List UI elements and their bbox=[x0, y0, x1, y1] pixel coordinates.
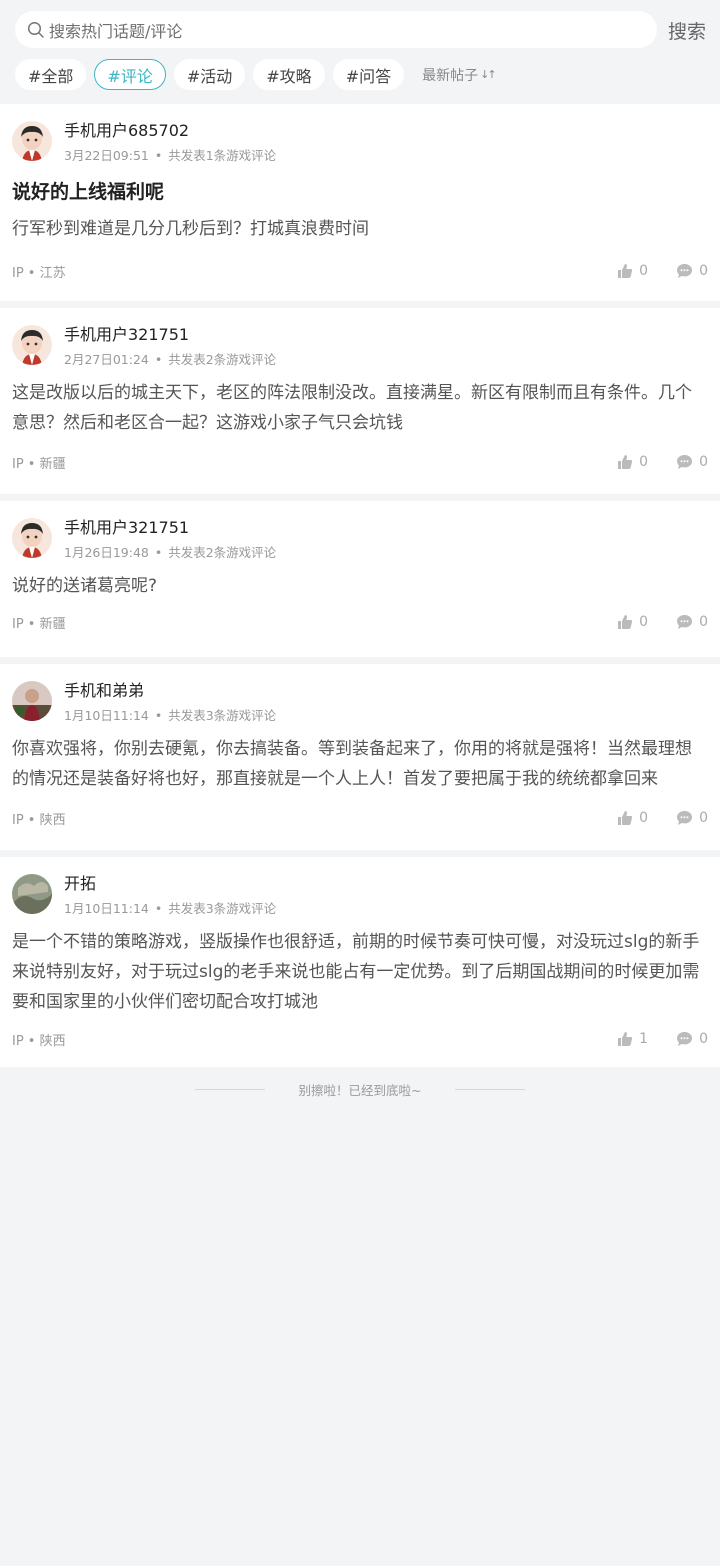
comment-button[interactable]: 0 bbox=[676, 1031, 708, 1047]
post-content: 这是改版以后的城主天下，老区的阵法限制没改。直接满星。新区有限制而且有条件。几个… bbox=[12, 383, 692, 433]
tag-event[interactable]: #活动 bbox=[173, 59, 246, 90]
ip-location: IP • 陕西 bbox=[12, 1033, 66, 1049]
thumbs-up-icon bbox=[618, 264, 633, 278]
comment-icon bbox=[677, 1032, 693, 1046]
sort-label: 最新帖子 bbox=[422, 67, 479, 84]
post-card[interactable]: 手机和弟弟 1月10日11:14 • 共发表3条游戏评论 你喜欢强将，你别去硬氪… bbox=[0, 664, 720, 850]
like-button[interactable]: 0 bbox=[617, 810, 648, 826]
avatar[interactable] bbox=[12, 681, 52, 721]
ip-location: IP • 新疆 bbox=[12, 456, 66, 472]
post-date: 1月10日11:14 bbox=[64, 901, 149, 916]
post-date: 1月10日11:14 bbox=[64, 708, 149, 723]
username[interactable]: 手机用户685702 bbox=[64, 120, 276, 142]
avatar[interactable] bbox=[12, 518, 52, 558]
end-of-list: 别擦啦！已经到底啦~ bbox=[0, 1067, 720, 1111]
post-date: 2月27日01:24 bbox=[64, 352, 149, 367]
like-count: 0 bbox=[639, 263, 649, 279]
post-content: 你喜欢强将，你别去硬氪，你去搞装备。等到装备起来了，你用的将就是强将！当然最理想… bbox=[12, 739, 692, 789]
post-meta: 3月22日09:51 • 共发表1条游戏评论 bbox=[64, 148, 277, 163]
search-icon bbox=[27, 21, 45, 39]
review-count: 共发表2条游戏评论 bbox=[168, 545, 277, 560]
sort-arrows-icon: ↓↑ bbox=[480, 68, 497, 81]
tag-guide[interactable]: #攻略 bbox=[253, 59, 325, 90]
avatar[interactable] bbox=[12, 325, 52, 365]
tag-review[interactable]: #评论 bbox=[94, 59, 166, 90]
post-date: 3月22日09:51 bbox=[64, 148, 149, 163]
comment-count: 0 bbox=[699, 263, 708, 279]
comment-button[interactable]: 0 bbox=[676, 454, 708, 470]
thumbs-up-icon bbox=[618, 811, 633, 825]
post-card[interactable]: 手机用户685702 3月22日09:51 • 共发表1条游戏评论 说好的上线福… bbox=[0, 104, 720, 301]
tag-filter-bar: #全部 #评论 #活动 #攻略 #问答 最新帖子 ↓↑ bbox=[15, 59, 497, 90]
review-count: 共发表3条游戏评论 bbox=[168, 708, 277, 723]
divider bbox=[455, 1088, 526, 1090]
username[interactable]: 手机用户321751 bbox=[64, 324, 276, 346]
comment-count: 0 bbox=[699, 454, 708, 470]
ip-location: IP • 陕西 bbox=[12, 812, 66, 828]
post-meta: 1月10日11:14 • 共发表3条游戏评论 bbox=[64, 901, 277, 916]
like-button[interactable]: 0 bbox=[617, 263, 648, 279]
review-count: 共发表2条游戏评论 bbox=[168, 352, 277, 367]
comment-button[interactable]: 0 bbox=[676, 263, 708, 279]
like-count: 0 bbox=[639, 810, 649, 826]
search-input[interactable]: 搜索热门话题/评论 bbox=[15, 11, 657, 48]
comment-count: 0 bbox=[699, 810, 708, 826]
search-placeholder: 搜索热门话题/评论 bbox=[49, 21, 183, 41]
post-title: 说好的上线福利呢 bbox=[12, 181, 165, 203]
comment-icon bbox=[677, 811, 693, 825]
like-button[interactable]: 0 bbox=[617, 614, 648, 630]
post-meta: 1月10日11:14 • 共发表3条游戏评论 bbox=[64, 708, 277, 723]
username[interactable]: 手机用户321751 bbox=[64, 517, 276, 539]
like-count: 0 bbox=[639, 454, 649, 470]
post-meta: 1月26日19:48 • 共发表2条游戏评论 bbox=[64, 545, 277, 560]
comment-icon bbox=[677, 264, 693, 278]
comment-icon bbox=[677, 615, 693, 629]
comment-button[interactable]: 0 bbox=[676, 810, 708, 826]
post-date: 1月26日19:48 bbox=[64, 545, 149, 560]
avatar[interactable] bbox=[12, 874, 52, 914]
comment-count: 0 bbox=[699, 614, 708, 630]
header: 搜索热门话题/评论 搜索 #全部 #评论 #活动 #攻略 #问答 最新帖子 ↓↑ bbox=[0, 0, 720, 104]
ip-location: IP • 江苏 bbox=[12, 265, 66, 281]
post-content: 行军秒到难道是几分几秒后到？打城真浪费时间 bbox=[12, 219, 369, 239]
avatar[interactable] bbox=[12, 121, 52, 161]
thumbs-up-icon bbox=[618, 1032, 633, 1046]
like-count: 0 bbox=[639, 614, 649, 630]
post-content: 是一个不错的策略游戏，竖版操作也很舒适，前期的时候节奏可快可慢，对没玩过slg的… bbox=[12, 932, 700, 1012]
post-card[interactable]: 开拓 1月10日11:14 • 共发表3条游戏评论 是一个不错的策略游戏，竖版操… bbox=[0, 857, 720, 1067]
tag-qa[interactable]: #问答 bbox=[332, 59, 405, 90]
post-content: 说好的送诸葛亮呢? bbox=[12, 576, 158, 596]
thumbs-up-icon bbox=[618, 615, 633, 629]
like-count: 1 bbox=[639, 1031, 649, 1047]
username[interactable]: 开拓 bbox=[64, 873, 276, 895]
review-count: 共发表1条游戏评论 bbox=[168, 148, 277, 163]
search-button[interactable]: 搜索 bbox=[668, 17, 706, 44]
like-button[interactable]: 0 bbox=[617, 454, 648, 470]
thumbs-up-icon bbox=[618, 455, 633, 469]
username[interactable]: 手机和弟弟 bbox=[64, 680, 276, 702]
post-card[interactable]: 手机用户321751 1月26日19:48 • 共发表2条游戏评论 说好的送诸葛… bbox=[0, 501, 720, 657]
post-card[interactable]: 手机用户321751 2月27日01:24 • 共发表2条游戏评论 这是改版以后… bbox=[0, 308, 720, 494]
post-meta: 2月27日01:24 • 共发表2条游戏评论 bbox=[64, 352, 277, 367]
like-button[interactable]: 1 bbox=[617, 1031, 648, 1047]
review-count: 共发表3条游戏评论 bbox=[168, 901, 277, 916]
divider bbox=[194, 1088, 265, 1090]
tag-all[interactable]: #全部 bbox=[15, 59, 87, 90]
comment-icon bbox=[677, 455, 693, 469]
comment-button[interactable]: 0 bbox=[676, 614, 708, 630]
comment-count: 0 bbox=[699, 1031, 708, 1047]
sort-dropdown[interactable]: 最新帖子 ↓↑ bbox=[422, 65, 497, 85]
end-text: 别擦啦！已经到底啦~ bbox=[298, 1082, 422, 1098]
ip-location: IP • 新疆 bbox=[12, 616, 66, 632]
